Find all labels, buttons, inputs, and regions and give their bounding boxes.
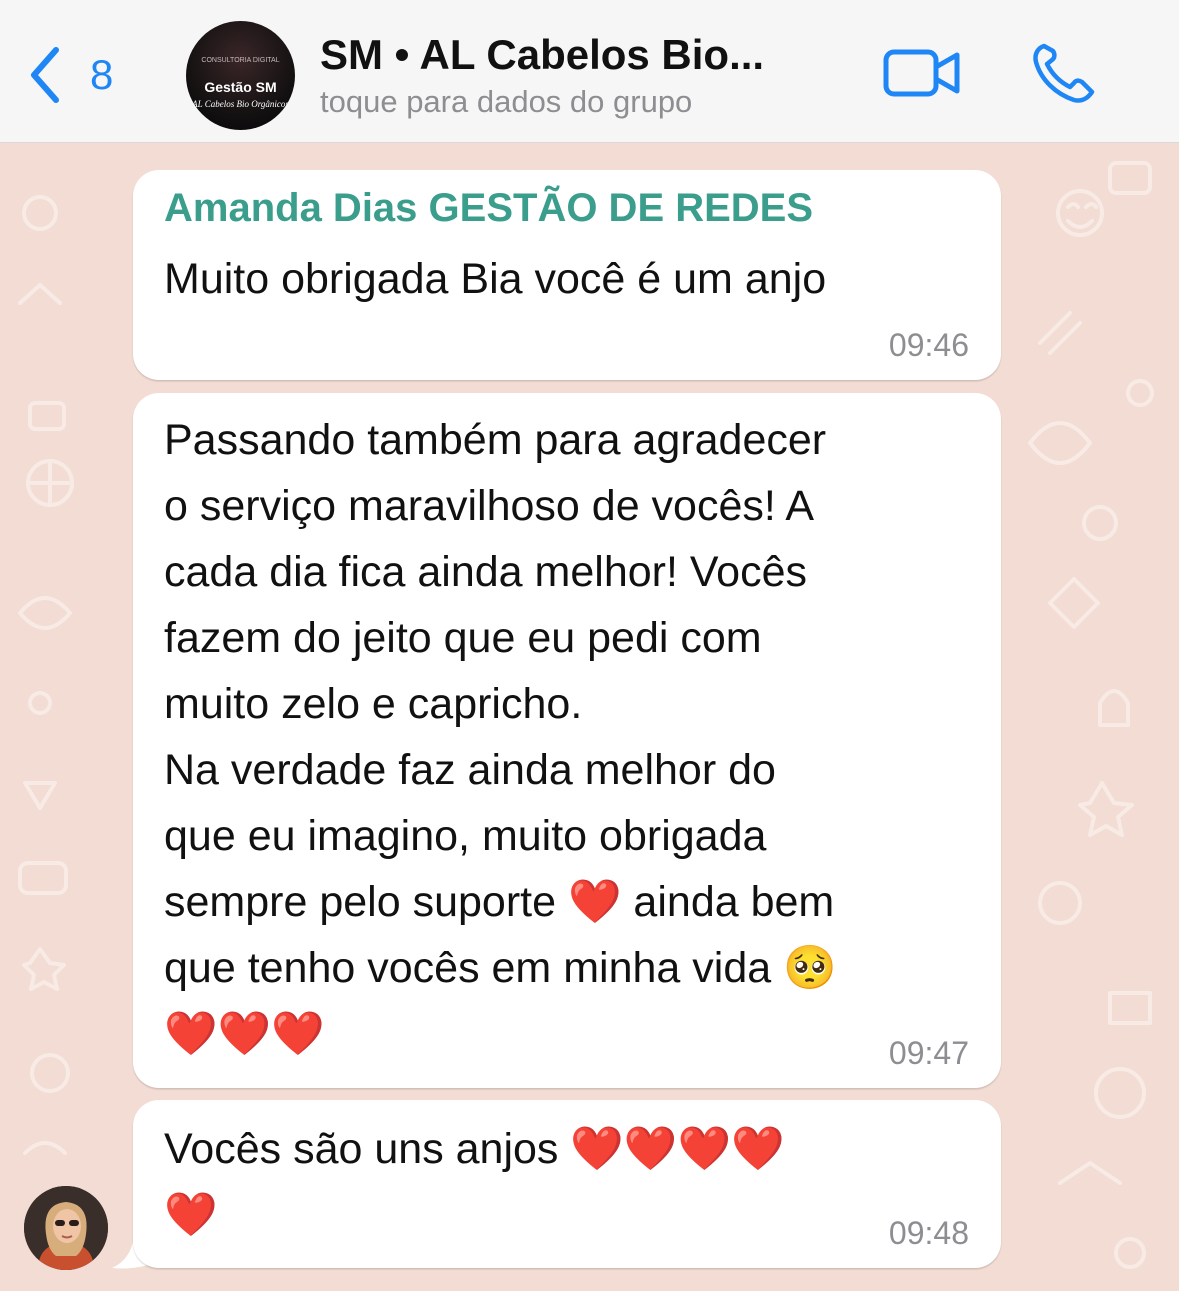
chevron-left-icon xyxy=(31,47,59,103)
phone-icon[interactable] xyxy=(1030,42,1098,104)
message-bubble[interactable]: Passando também para agradecer o serviço… xyxy=(133,393,1001,1088)
unread-count: 8 xyxy=(90,51,114,98)
group-avatar[interactable]: CONSULTORIA DIGITAL Gestão SM AL Cabelos… xyxy=(186,21,295,130)
message-bubble[interactable]: Vocês são uns anjos ❤️❤️❤️❤️ ❤️ 09:48 xyxy=(133,1100,1001,1268)
group-avatar-caption: CONSULTORIA DIGITAL xyxy=(201,57,280,64)
message-time: 09:47 xyxy=(888,1035,969,1071)
message-time: 09:48 xyxy=(888,1215,969,1251)
back-button[interactable]: 8 xyxy=(26,44,113,106)
chat-header: 8 CONSULTORIA DIGITAL Gestão SM AL Cabel… xyxy=(0,0,1179,143)
message-bubble[interactable]: Amanda Dias GESTÃO DE REDES Muito obriga… xyxy=(133,170,1001,380)
person-photo-icon xyxy=(24,1186,108,1270)
chat-subtitle[interactable]: toque para dados do grupo xyxy=(320,84,692,120)
sender-avatar[interactable] xyxy=(24,1186,108,1270)
video-camera-icon[interactable] xyxy=(883,47,961,99)
group-avatar-brand: Gestão SM xyxy=(204,79,277,95)
group-avatar-tagline: AL Cabelos Bio Orgânicos xyxy=(192,99,289,109)
message-text: Vocês são uns anjos ❤️❤️❤️❤️ ❤️ xyxy=(164,1125,785,1239)
message-sender[interactable]: Amanda Dias GESTÃO DE REDES xyxy=(164,186,813,231)
chat-title[interactable]: SM • AL Cabelos Bio... xyxy=(320,31,764,79)
message-time: 09:46 xyxy=(888,327,969,363)
message-text: Muito obrigada Bia você é um anjo xyxy=(164,255,827,303)
message-text: Passando também para agradecer o serviço… xyxy=(164,416,837,1058)
